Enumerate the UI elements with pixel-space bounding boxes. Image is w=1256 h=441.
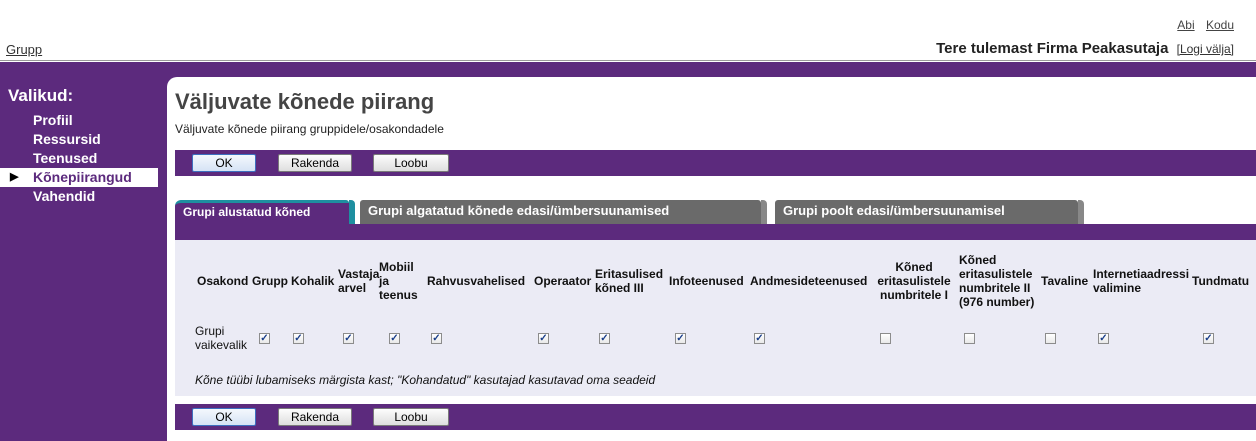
- apply-button[interactable]: Rakenda: [278, 154, 352, 172]
- col-header-tundmatu: Tundmatu: [1192, 274, 1250, 288]
- hint-text: Kõne tüübi lubamiseks märgista kast; "Ko…: [195, 373, 656, 387]
- col-header-eritasulised-1: Kõned eritasulistele numbritele I: [877, 260, 951, 302]
- header-divider: [0, 60, 1256, 61]
- apply-button-bottom[interactable]: Rakenda: [278, 408, 352, 426]
- checkbox-rahvusvahelised[interactable]: ✓: [431, 333, 442, 344]
- checkbox-vastaja-arvel[interactable]: ✓: [343, 333, 354, 344]
- tab-forwarded-by-group[interactable]: Grupi poolt edasi/ümbersuunamisel: [775, 200, 1084, 224]
- col-header-tavaline: Tavaline: [1041, 274, 1089, 288]
- checkbox-internetiaadressi[interactable]: ✓: [1098, 333, 1109, 344]
- sidebar-item-vahendid[interactable]: Vahendid: [0, 187, 158, 206]
- page-title: Väljuvate kõnede piirang: [175, 89, 435, 114]
- sidebar-item-label: Kõnepiirangud: [33, 169, 132, 185]
- content-panel: Väljuvate kõnede piirang Väljuvate kõned…: [167, 77, 1256, 441]
- sidebar-item-label: Vahendid: [33, 188, 96, 204]
- col-header-mobiil: Mobiil ja teenus: [379, 260, 418, 302]
- tab-group-forwarded-calls[interactable]: Grupi algatatud kõnede edasi/ümbersuunam…: [360, 200, 767, 224]
- welcome-text: Tere tulemast Firma Peakasutaja: [936, 40, 1169, 57]
- checkbox-eritasulised-2[interactable]: [964, 333, 975, 344]
- col-header-infoteenused: Infoteenused: [669, 274, 744, 288]
- sidebar-item-profiil[interactable]: Profiil: [0, 111, 158, 130]
- sidebar-item-label: Teenused: [33, 150, 98, 166]
- col-header-andmesideteenused: Andmesideteenused: [750, 274, 868, 288]
- col-header-kohalik: Kohalik: [291, 274, 335, 288]
- home-link[interactable]: Kodu: [1206, 18, 1234, 32]
- tab-label: Grupi algatatud kõnede edasi/ümbersuunam…: [368, 203, 670, 218]
- checkbox-andmesideteenused[interactable]: ✓: [754, 333, 765, 344]
- bottom-button-bar: OK Rakenda Loobu: [175, 404, 1256, 430]
- checkbox-eritasulised-3[interactable]: ✓: [599, 333, 610, 344]
- checkbox-mobiil[interactable]: ✓: [389, 333, 400, 344]
- tab-label: Grupi alustatud kõned: [183, 205, 311, 219]
- logout-link[interactable]: [Logi välja]: [1177, 42, 1234, 56]
- page-subtitle: Väljuvate kõnede piirang gruppidele/osak…: [175, 122, 444, 136]
- welcome-message: Tere tulemast Firma Peakasutaja [Logi vä…: [936, 40, 1234, 57]
- checkbox-operaator[interactable]: ✓: [538, 333, 549, 344]
- group-link[interactable]: Grupp: [6, 42, 42, 57]
- col-header-rahvusvahelised: Rahvusvahelised: [427, 274, 526, 288]
- row-label-default: Grupi vaikevalik: [195, 324, 248, 352]
- tab-label: Grupi poolt edasi/ümbersuunamisel: [783, 203, 1005, 218]
- sidebar-item-label: Ressursid: [33, 131, 101, 147]
- ok-button[interactable]: OK: [192, 154, 256, 172]
- sidebar-nav: Profiil Ressursid Teenused ▶ Kõnepiirangu…: [0, 111, 158, 206]
- cancel-button[interactable]: Loobu: [373, 154, 449, 172]
- tab-bar: Grupi alustatud kõned Grupi algatatud kõ…: [175, 196, 1256, 227]
- sidebar-item-label: Profiil: [33, 112, 73, 128]
- top-links: Abi Kodu: [1169, 18, 1234, 32]
- col-header-operaator: Operaator: [534, 274, 592, 288]
- cancel-button-bottom[interactable]: Loobu: [373, 408, 449, 426]
- tab-group-initiated-calls[interactable]: Grupi alustatud kõned: [175, 200, 355, 227]
- top-button-bar: OK Rakenda Loobu: [175, 150, 1256, 176]
- col-header-eritasulised: Eritasulised kõned III: [595, 267, 664, 295]
- checkbox-grupp[interactable]: ✓: [259, 333, 270, 344]
- sidebar-item-konepiirangud[interactable]: ▶ Kõnepiirangud: [0, 168, 158, 187]
- col-header-eritasulised-2: Kõned eritasulistele numbritele II (976 …: [959, 253, 1035, 309]
- checkbox-kohalik[interactable]: ✓: [293, 333, 304, 344]
- arrow-right-icon: ▶: [10, 171, 19, 183]
- checkbox-tundmatu[interactable]: ✓: [1203, 333, 1214, 344]
- help-link[interactable]: Abi: [1177, 18, 1194, 32]
- tab-content-header: [175, 224, 1256, 240]
- checkbox-tavaline[interactable]: [1045, 333, 1056, 344]
- col-header-osakond: Osakond: [197, 274, 249, 288]
- col-header-grupp: Grupp: [252, 274, 288, 288]
- col-header-vastaja-arvel: Vastaja arvel: [338, 267, 380, 295]
- sidebar-item-teenused[interactable]: Teenused: [0, 149, 158, 168]
- col-header-internetiaadressi: Internetiaadressi valimine: [1093, 267, 1190, 295]
- checkbox-eritasulised-1[interactable]: [880, 333, 891, 344]
- checkbox-infoteenused[interactable]: ✓: [675, 333, 686, 344]
- sidebar-item-ressursid[interactable]: Ressursid: [0, 130, 158, 149]
- sidebar-title: Valikud:: [8, 86, 74, 105]
- ok-button-bottom[interactable]: OK: [192, 408, 256, 426]
